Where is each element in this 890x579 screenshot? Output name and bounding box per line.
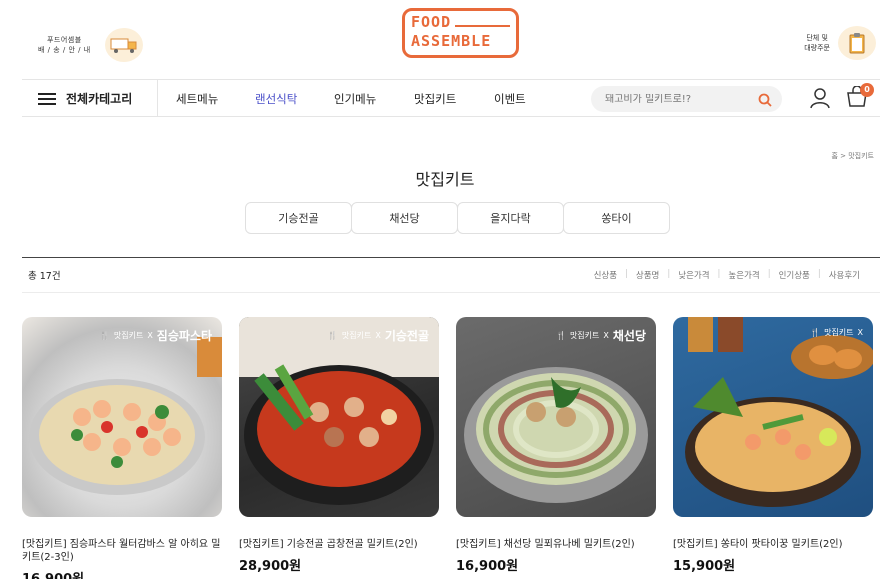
nav-item-popular[interactable]: 인기메뉴 [334,91,376,107]
truck-icon [104,28,143,62]
product-price: 28,900원 [239,559,302,574]
search-input[interactable] [605,93,755,105]
user-icon[interactable] [810,87,830,113]
product-card[interactable]: 🍴 맛집키트 X 채선당 [맛집키트] 채선당 밀푀유나베 밀키트(2인) 16,9… [456,317,656,579]
product-card[interactable]: 🍴 맛집키트 X 기승전골 [맛집키트] 기승전골 곱창전골 밀키트(2인) 28,… [239,317,439,579]
hamburger-icon [38,92,56,105]
bulk-order-text: 단체 및 대량주문 [804,34,830,52]
brand-tag: 🍴 맛집키트 X 채선당 [555,329,646,343]
sort-options: 신상품 | 상품명 | 낮은가격 | 높은가격 | 인기상품 | 사용후기 [586,269,868,281]
tab-giseungjeongol[interactable]: 기승전골 [245,202,352,234]
delivery-info-text: 푸드어셈블 배 / 송 / 안 / 내 [38,36,91,54]
sort-name[interactable]: 상품명 [628,269,667,281]
product-image[interactable]: 🍴 맛집키트 X 기승전골 [239,317,439,517]
bulk-order-link[interactable]: 단체 및 대량주문 [804,26,876,60]
product-name[interactable]: [맛집키트] 짐승파스타 월터감바스 알 아히요 밀키트(2-3인) [22,538,222,564]
category-tabs: 기승전골 채선당 을지다락 쏭타이 [245,202,670,234]
sort-popular[interactable]: 인기상품 [771,269,818,281]
product-card[interactable]: 🍴 맛집키트 X [맛집키트] 쏭타이 팟타이꿍 밀키트(2인) 15,900원 [673,317,873,579]
nav-item-restaurant-kit[interactable]: 맛집키트 [414,91,456,107]
nav-item-lanseon[interactable]: 랜선식탁 [255,91,297,107]
product-image[interactable]: 🍴 맛집키트 X 채선당 [456,317,656,517]
product-count: 총 17건 [28,271,61,282]
fork-spoon-icon: 🍴 [327,331,338,340]
product-price: 16,900원 [22,568,222,579]
breadcrumb: 홈 > 맛집키트 [831,152,874,160]
cart-count-badge: 0 [860,83,874,97]
product-price: 15,900원 [673,559,736,574]
product-name[interactable]: [맛집키트] 쏭타이 팟타이꿍 밀키트(2인) [673,538,873,551]
product-card[interactable]: 🍴 맛집키트 X 짐승파스타 [맛집키트] 짐승파스타 월터감바스 알 아히요 밀키… [22,317,222,579]
tab-chaeseondang[interactable]: 채선당 [351,202,458,234]
product-name[interactable]: [맛집키트] 기승전골 곱창전골 밀키트(2인) [239,538,439,551]
brand-tag: 🍴 맛집키트 X 기승전골 [327,329,429,343]
product-name[interactable]: [맛집키트] 채선당 밀푀유나베 밀키트(2인) [456,538,656,551]
fork-spoon-icon: 🍴 [555,331,566,340]
fork-spoon-icon: 🍴 [99,331,110,340]
page-title: 맛집키트 [415,170,475,189]
sort-low-price[interactable]: 낮은가격 [670,269,717,281]
main-nav: 전체카테고리 세트메뉴 랜선식탁 인기메뉴 맛집키트 이벤트 0 [22,79,880,117]
search-icon[interactable] [758,92,772,111]
list-toolbar: 총 17건 신상품 | 상품명 | 낮은가격 | 높은가격 | 인기상품 | 사용후기 [22,257,880,293]
nav-item-set-menu[interactable]: 세트메뉴 [176,91,218,107]
nav-item-event[interactable]: 이벤트 [494,91,526,107]
product-price: 16,900원 [456,559,519,574]
all-categories-button[interactable]: 전체카테고리 [22,80,158,117]
brand-tag: 🍴 맛집키트 X 짐승파스타 [99,329,212,343]
sort-new[interactable]: 신상품 [586,269,625,281]
search-bar [591,86,782,112]
all-categories-label: 전체카테고리 [66,92,133,106]
product-grid: 🍴 맛집키트 X 짐승파스타 [맛집키트] 짐승파스타 월터감바스 알 아히요 밀키… [22,317,873,579]
clipboard-icon [838,26,876,60]
product-image[interactable]: 🍴 맛집키트 X 짐승파스타 [22,317,222,517]
sort-high-price[interactable]: 높은가격 [720,269,767,281]
tab-ssongthai[interactable]: 쏭타이 [563,202,670,234]
fork-spoon-icon: 🍴 [810,328,821,337]
site-logo[interactable]: FOOD ASSEMBLE [402,8,519,58]
sort-reviews[interactable]: 사용후기 [821,269,868,281]
brand-tag: 🍴 맛집키트 X [810,328,863,337]
delivery-info[interactable]: 푸드어셈블 배 / 송 / 안 / 내 [38,28,143,62]
tab-euljidarak[interactable]: 을지다락 [457,202,564,234]
product-image[interactable]: 🍴 맛집키트 X [673,317,873,517]
